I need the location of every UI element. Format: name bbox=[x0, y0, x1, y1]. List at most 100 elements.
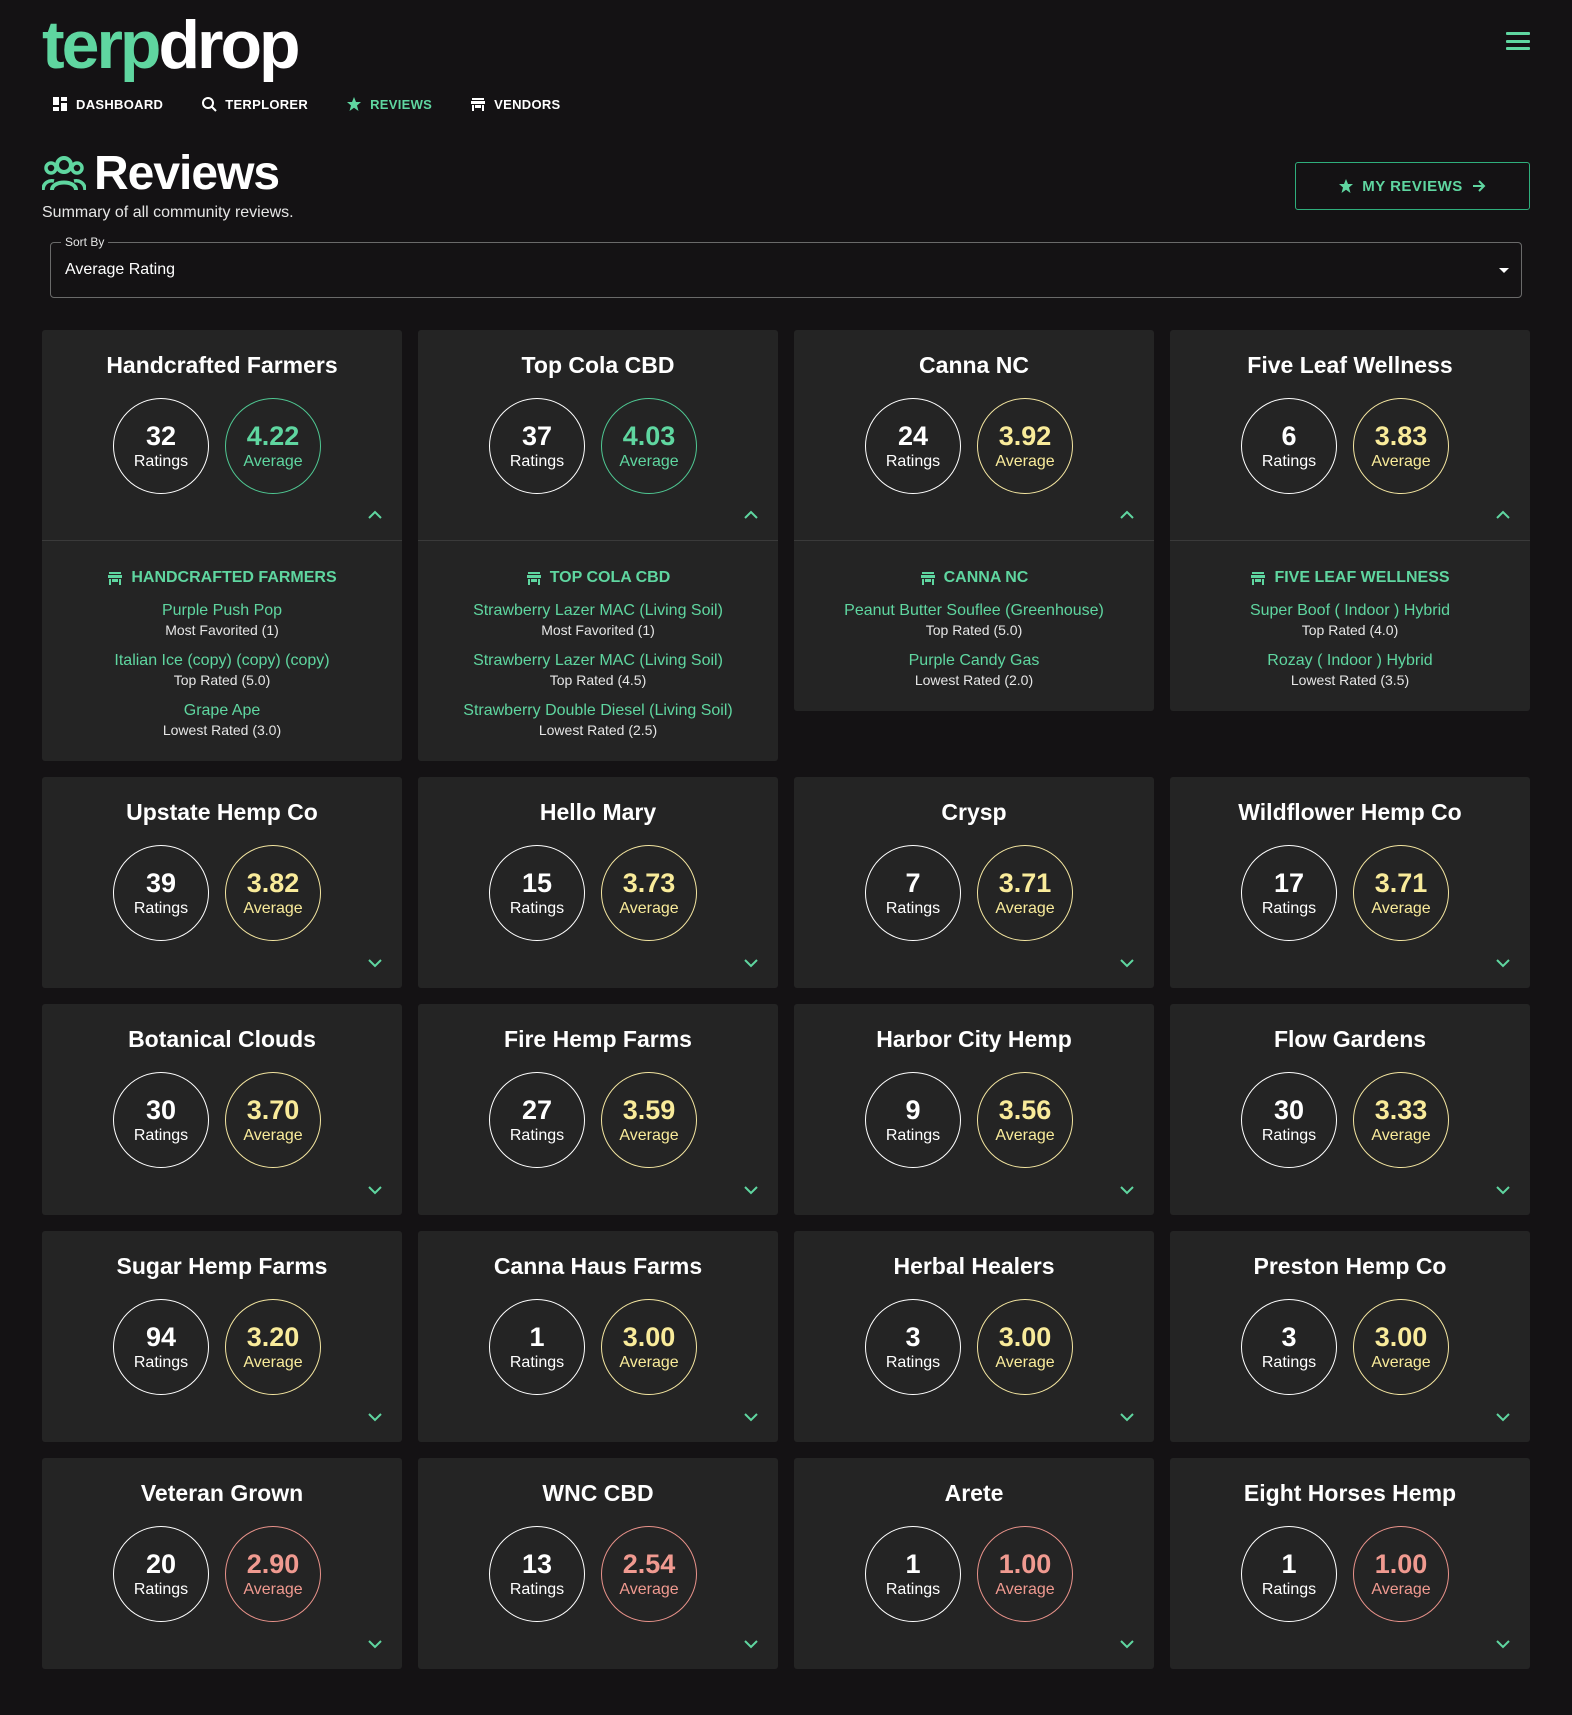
average-rating: 3.73 bbox=[622, 868, 676, 898]
average-label: Average bbox=[1371, 1581, 1431, 1598]
strain-link[interactable]: Strawberry Double Diesel (Living Soil) bbox=[428, 701, 768, 721]
chevron-down-icon[interactable] bbox=[744, 958, 758, 968]
chevron-down-icon[interactable] bbox=[1120, 958, 1134, 968]
strain-link[interactable]: Purple Push Pop bbox=[52, 601, 392, 621]
ratings-count-circle: 1 Ratings bbox=[1241, 1526, 1337, 1622]
average-rating: 3.20 bbox=[246, 1322, 300, 1352]
vendor-link[interactable]: HANDCRAFTED FARMERS bbox=[52, 569, 392, 587]
strain-link[interactable]: Italian Ice (copy) (copy) (copy) bbox=[52, 651, 392, 671]
nav-item-reviews[interactable]: REVIEWS bbox=[346, 96, 432, 112]
strain-link[interactable]: Strawberry Lazer MAC (Living Soil) bbox=[428, 601, 768, 621]
chevron-down-icon[interactable] bbox=[368, 958, 382, 968]
average-label: Average bbox=[995, 1581, 1055, 1598]
chevron-down-icon[interactable] bbox=[1496, 1185, 1510, 1195]
ratings-count: 94 bbox=[145, 1322, 177, 1352]
average-rating: 3.33 bbox=[1374, 1095, 1428, 1125]
vendor-card-detail: TOP COLA CBD Strawberry Lazer MAC (Living… bbox=[418, 541, 778, 761]
strain-link[interactable]: Grape Ape bbox=[52, 701, 392, 721]
ratings-count-circle: 1 Ratings bbox=[865, 1526, 961, 1622]
chevron-down-icon[interactable] bbox=[368, 1639, 382, 1649]
star-icon bbox=[1339, 179, 1354, 193]
chevron-down-icon[interactable] bbox=[1120, 1639, 1134, 1649]
vendor-card-detail: FIVE LEAF WELLNESS Super Boof ( Indoor ) … bbox=[1170, 541, 1530, 711]
vendor-card-detail: HANDCRAFTED FARMERS Purple Push Pop Most F… bbox=[42, 541, 402, 761]
chevron-down-icon[interactable] bbox=[368, 1412, 382, 1422]
sort-by-select[interactable]: Sort By Average Rating bbox=[50, 235, 1522, 298]
average-rating-circle: 3.70 Average bbox=[225, 1072, 321, 1168]
chevron-down-icon[interactable] bbox=[1496, 1412, 1510, 1422]
vendor-link[interactable]: FIVE LEAF WELLNESS bbox=[1180, 569, 1520, 587]
terpdrop-logo[interactable]: terpdrop bbox=[42, 10, 1530, 80]
ratings-count: 3 bbox=[905, 1322, 921, 1352]
average-label: Average bbox=[243, 1581, 303, 1598]
nav-item-terplorer[interactable]: TERPLORER bbox=[201, 96, 308, 112]
store-icon bbox=[471, 98, 486, 111]
vendor-card-summary: Crysp 7 Ratings 3.71 Average bbox=[794, 777, 1154, 988]
arrow-right-icon bbox=[1472, 180, 1486, 192]
average-rating: 3.70 bbox=[246, 1095, 300, 1125]
strain-link[interactable]: Purple Candy Gas bbox=[804, 651, 1144, 671]
chevron-down-icon[interactable] bbox=[744, 1412, 758, 1422]
strain-link[interactable]: Super Boof ( Indoor ) Hybrid bbox=[1180, 601, 1520, 621]
ratings-label: Ratings bbox=[133, 1127, 189, 1144]
chevron-down-icon[interactable] bbox=[1496, 1639, 1510, 1649]
hamburger-menu-icon[interactable] bbox=[1506, 32, 1530, 50]
ratings-count: 27 bbox=[521, 1095, 553, 1125]
average-rating-circle: 3.00 Average bbox=[977, 1299, 1073, 1395]
chevron-up-icon[interactable] bbox=[368, 510, 382, 520]
vendor-stats: 1 Ratings 1.00 Average bbox=[1170, 1526, 1530, 1622]
chevron-down-icon[interactable] bbox=[1120, 1412, 1134, 1422]
nav-item-dashboard[interactable]: DASHBOARD bbox=[52, 96, 163, 112]
ratings-label: Ratings bbox=[133, 1581, 189, 1598]
chevron-up-icon[interactable] bbox=[744, 510, 758, 520]
vendor-stats: 1 Ratings 3.00 Average bbox=[418, 1299, 778, 1395]
ratings-label: Ratings bbox=[509, 1581, 565, 1598]
strain-link[interactable]: Strawberry Lazer MAC (Living Soil) bbox=[428, 651, 768, 671]
vendor-link[interactable]: TOP COLA CBD bbox=[428, 569, 768, 587]
vendor-name: Preston Hemp Co bbox=[1253, 1253, 1447, 1279]
nav-item-vendors[interactable]: VENDORS bbox=[470, 96, 560, 112]
vendor-card-summary: Upstate Hemp Co 39 Ratings 3.82 Average bbox=[42, 777, 402, 988]
vendor-card-summary: Canna NC 24 Ratings 3.92 Average bbox=[794, 330, 1154, 541]
strain-note: Most Favorited (1) bbox=[165, 622, 279, 638]
average-label: Average bbox=[243, 1127, 303, 1144]
chevron-up-icon[interactable] bbox=[1496, 510, 1510, 520]
average-label: Average bbox=[995, 453, 1055, 470]
vendor-card: Five Leaf Wellness 6 Ratings 3.83 Average FIV… bbox=[1170, 330, 1530, 711]
average-label: Average bbox=[619, 1127, 679, 1144]
vendor-card: Eight Horses Hemp 1 Ratings 1.00 Average bbox=[1170, 1458, 1530, 1669]
vendor-card-summary: Wildflower Hemp Co 17 Ratings 3.71 Average bbox=[1170, 777, 1530, 988]
ratings-count-circle: 3 Ratings bbox=[1241, 1299, 1337, 1395]
my-reviews-button[interactable]: MY REVIEWS bbox=[1295, 162, 1530, 210]
vendor-card: Harbor City Hemp 9 Ratings 3.56 Average bbox=[794, 1004, 1154, 1215]
vendor-card: Canna Haus Farms 1 Ratings 3.00 Average bbox=[418, 1231, 778, 1442]
logo-part-drop: drop bbox=[158, 7, 300, 83]
vendor-card-summary: Sugar Hemp Farms 94 Ratings 3.20 Average bbox=[42, 1231, 402, 1442]
vendor-name: Arete bbox=[944, 1480, 1004, 1506]
strain-highlight: Grape Ape Lowest Rated (3.0) bbox=[52, 701, 392, 739]
nav-item-label: REVIEWS bbox=[370, 96, 433, 112]
page-title: Reviews bbox=[94, 147, 280, 200]
strain-link[interactable]: Peanut Butter Souflee (Greenhouse) bbox=[804, 601, 1144, 621]
store-icon bbox=[920, 572, 935, 585]
ratings-label: Ratings bbox=[885, 900, 941, 917]
vendor-name: Harbor City Hemp bbox=[876, 1026, 1072, 1052]
ratings-label: Ratings bbox=[133, 453, 189, 470]
chevron-down-icon[interactable] bbox=[1496, 958, 1510, 968]
average-rating-circle: 3.00 Average bbox=[601, 1299, 697, 1395]
chevron-down-icon[interactable] bbox=[1120, 1185, 1134, 1195]
chevron-up-icon[interactable] bbox=[1120, 510, 1134, 520]
vendor-name: Upstate Hemp Co bbox=[126, 799, 318, 825]
vendor-link[interactable]: CANNA NC bbox=[804, 569, 1144, 587]
vendor-card: Arete 1 Ratings 1.00 Average bbox=[794, 1458, 1154, 1669]
chevron-down-icon[interactable] bbox=[744, 1185, 758, 1195]
header: terpdrop bbox=[42, 10, 1530, 80]
chevron-down-icon[interactable] bbox=[368, 1185, 382, 1195]
ratings-count: 9 bbox=[905, 1095, 921, 1125]
chevron-down-icon[interactable] bbox=[744, 1639, 758, 1649]
strain-link[interactable]: Rozay ( Indoor ) Hybrid bbox=[1180, 651, 1520, 671]
main-nav: DASHBOARD TERPLORER REVIEWS VENDORS bbox=[52, 96, 561, 112]
page-header: Reviews bbox=[42, 147, 280, 200]
vendor-card: Upstate Hemp Co 39 Ratings 3.82 Average bbox=[42, 777, 402, 988]
ratings-count: 30 bbox=[145, 1095, 177, 1125]
